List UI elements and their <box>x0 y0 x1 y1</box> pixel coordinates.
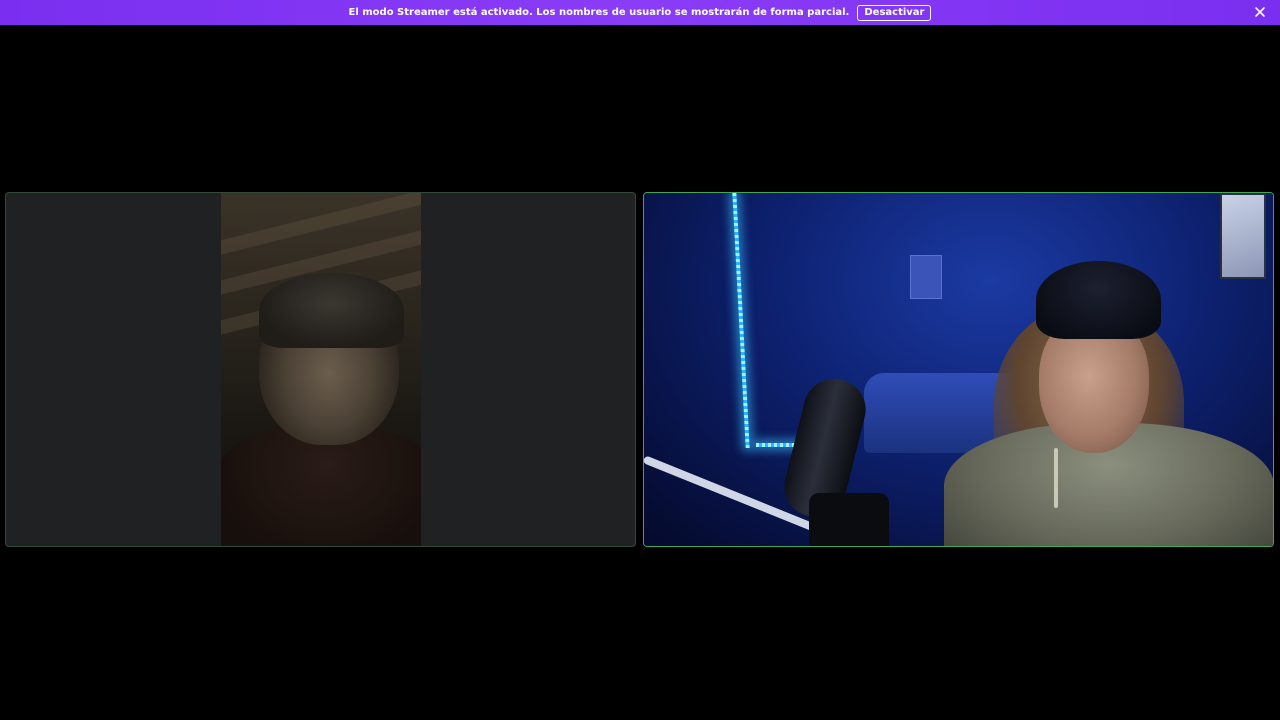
participant-figure-hat <box>259 273 404 348</box>
streamer-mode-message: El modo Streamer está activado. Los nomb… <box>348 7 850 18</box>
close-icon[interactable] <box>1252 4 1268 20</box>
participant-video-left <box>221 193 421 546</box>
participant-tile-left[interactable] <box>5 192 636 547</box>
participant-figure-detail <box>1054 448 1058 508</box>
deactivate-button[interactable]: Desactivar <box>857 4 932 21</box>
participant-figure-hat <box>1036 261 1161 339</box>
video-background-detail <box>910 255 942 299</box>
participant-tile-right[interactable] <box>643 192 1274 547</box>
microphone-mount <box>809 493 889 546</box>
streamer-mode-banner: El modo Streamer está activado. Los nomb… <box>0 0 1280 25</box>
led-light-strip <box>732 193 750 448</box>
participant-video-right <box>644 193 1273 546</box>
video-background-detail <box>1220 193 1266 279</box>
